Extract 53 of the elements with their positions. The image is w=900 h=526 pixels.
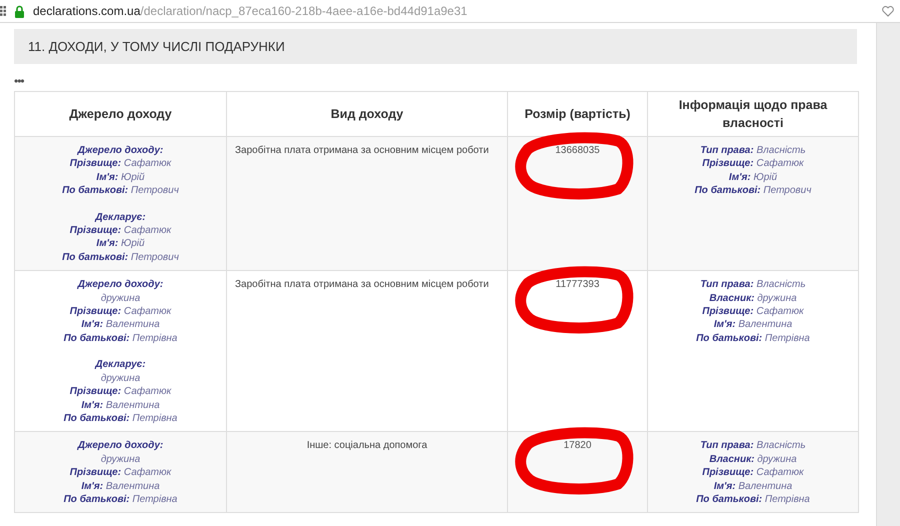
field-line: Декларує: xyxy=(95,210,146,224)
field-line: По батькові: Петрович xyxy=(62,250,179,264)
field-line: По батькові: Петрівна xyxy=(696,332,810,346)
field-line: Ім'я: Валентина xyxy=(714,480,792,493)
field-line: Джерело доходу: xyxy=(78,439,164,453)
field-line: Прізвище: Сафатюк xyxy=(702,466,804,480)
section-heading: 11. ДОХОДИ, У ТОМУ ЧИСЛІ ПОДАРУНКИ xyxy=(14,29,857,64)
grid-icon[interactable] xyxy=(0,6,6,16)
field-line: По батькові: Петрівна xyxy=(64,332,178,346)
scrollbar[interactable] xyxy=(876,23,900,526)
field-line: Ім'я: Валентина xyxy=(81,398,160,412)
lock-icon xyxy=(14,4,25,18)
field-line: Джерело доходу: xyxy=(78,278,164,292)
field-line: Ім'я: Валентина xyxy=(81,318,160,332)
field-line: дружина xyxy=(100,452,140,466)
field-line: Прізвище: Сафатюк xyxy=(70,157,172,171)
address-url[interactable]: declarations.com.ua/declaration/nacp_87eca160-218b-4aee-a16e-bd44d91a9e31 xyxy=(33,4,874,18)
field-line: Власник: дружина xyxy=(709,452,797,466)
amount-value: 17820 xyxy=(564,439,592,454)
field-line: По батькові: Петрівна xyxy=(64,492,178,506)
field-line: Джерело доходу: xyxy=(78,144,164,158)
field-line: дружина xyxy=(100,372,140,386)
column-header: Вид доходу xyxy=(226,92,508,136)
heart-icon[interactable] xyxy=(882,6,894,16)
field-line: Прізвище: Сафатюк xyxy=(70,224,172,238)
column-header: Інформація щодо права власності xyxy=(648,92,858,136)
income-type: Заробітна плата отримана за основним місцем роботи xyxy=(235,279,489,290)
field-line: Ім'я: Валентина xyxy=(81,480,160,493)
field-line: Ім'я: Юрій xyxy=(96,237,145,251)
income-type: Інше: соціальна допомога xyxy=(306,440,428,452)
field-line: Прізвище: Сафатюк xyxy=(70,466,172,480)
field-line: По батькові: Петрівна xyxy=(696,492,810,506)
ellipsis-icon[interactable]: ••• xyxy=(14,74,24,88)
field-line: Ім'я: Юрій xyxy=(96,170,145,184)
field-line: Тип права: Власність xyxy=(700,278,806,292)
field-line: Тип права: Власність xyxy=(700,144,806,158)
amount-value: 13668035 xyxy=(555,144,600,158)
field-line: дружина xyxy=(100,292,140,306)
field-line: По батькові: Петрович xyxy=(62,184,179,198)
income-type: Заробітна плата отримана за основним місцем роботи xyxy=(235,145,489,156)
amount-value: 11777393 xyxy=(556,278,600,292)
field-line: По батькові: Петрович xyxy=(694,184,812,198)
field-line: Ім'я: Валентина xyxy=(714,318,792,332)
field-line: Декларує: xyxy=(95,358,146,372)
field-line: Тип права: Власність xyxy=(700,439,806,453)
field-line: Власник: дружина xyxy=(709,292,797,306)
field-line: Прізвище: Сафатюк xyxy=(70,385,172,398)
column-header: Джерело доходу xyxy=(14,92,226,136)
field-line: По батькові: Петрівна xyxy=(64,412,178,426)
field-line: Прізвище: Сафатюк xyxy=(70,305,172,318)
field-line: Прізвище: Сафатюк xyxy=(702,305,804,318)
field-line: Ім'я: Юрій xyxy=(728,170,778,184)
field-line: Прізвище: Сафатюк xyxy=(702,157,804,171)
